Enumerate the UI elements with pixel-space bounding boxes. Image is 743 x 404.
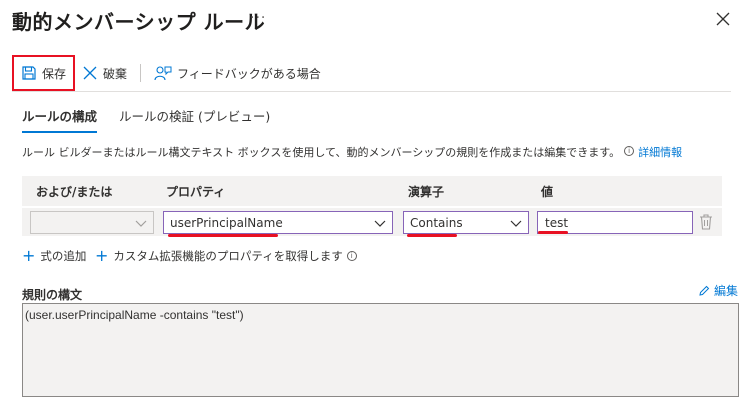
- save-label: 保存: [42, 66, 67, 81]
- toolbar-divider-line: [12, 91, 731, 92]
- chevron-down-icon: [510, 220, 522, 227]
- description: ルール ビルダーまたはルール構文テキスト ボックスを使用して、動的メンバーシップ…: [22, 144, 682, 160]
- trash-icon[interactable]: [699, 214, 713, 230]
- page-title: 動的メンバーシップ ルール: [12, 10, 266, 34]
- chevron-down-icon: [135, 220, 147, 227]
- edit-button[interactable]: 編集: [698, 282, 738, 299]
- toolbar: 保存 破棄 フィードバックがある場合: [12, 55, 326, 91]
- discard-button[interactable]: 破棄: [77, 59, 132, 87]
- more-options-button[interactable]: ···: [250, 10, 266, 26]
- save-icon: [22, 66, 36, 80]
- operator-select[interactable]: Contains: [403, 211, 529, 234]
- get-custom-properties-label: カスタム拡張機能のプロパティを取得します: [113, 249, 343, 263]
- property-highlight-underline: [168, 234, 278, 237]
- column-header-value: 値: [541, 185, 554, 199]
- add-expression-label: 式の追加: [40, 249, 87, 263]
- property-select[interactable]: userPrincipalName: [163, 211, 393, 234]
- column-header-operator: 演算子: [408, 185, 445, 199]
- tab-rule-configuration[interactable]: ルールの構成: [22, 106, 98, 133]
- add-expression-button[interactable]: + 式の追加: [22, 248, 86, 264]
- tab-bar: ルールの構成 ルールの検証 (プレビュー): [22, 106, 292, 133]
- close-icon: [716, 12, 730, 26]
- info-icon[interactable]: i: [624, 146, 635, 156]
- edit-label: 編集: [714, 284, 739, 298]
- pencil-icon: [699, 285, 710, 296]
- close-x-icon: [83, 66, 97, 80]
- plus-icon: +: [22, 246, 36, 265]
- description-text: ルール ビルダーまたはルール構文テキスト ボックスを使用して、動的メンバーシップ…: [22, 146, 621, 159]
- property-value: userPrincipalName: [170, 215, 283, 230]
- get-custom-properties-button[interactable]: + カスタム拡張機能のプロパティを取得します i: [95, 248, 361, 264]
- plus-icon: +: [95, 246, 109, 265]
- operator-highlight-underline: [407, 234, 457, 237]
- and-or-select[interactable]: [30, 211, 154, 234]
- learn-more-link[interactable]: 詳細情報: [638, 146, 682, 159]
- rule-syntax-textbox[interactable]: (user.userPrincipalName -contains "test"…: [22, 303, 739, 397]
- column-header-and-or: および/または: [36, 185, 113, 199]
- toolbar-divider: [140, 64, 142, 82]
- feedback-person-icon: [154, 66, 172, 81]
- discard-label: 破棄: [103, 66, 128, 81]
- feedback-label: フィードバックがある場合: [177, 66, 321, 81]
- save-button[interactable]: 保存: [12, 55, 76, 91]
- chevron-down-icon: [374, 220, 386, 227]
- column-header-property: プロパティ: [166, 185, 226, 199]
- tab-rule-validation[interactable]: ルールの検証 (プレビュー): [119, 106, 270, 131]
- info-icon[interactable]: i: [346, 251, 357, 261]
- operator-value: Contains: [410, 215, 463, 230]
- rule-grid-header: [22, 176, 722, 206]
- feedback-button[interactable]: フィードバックがある場合: [149, 59, 326, 87]
- close-button[interactable]: [712, 8, 734, 30]
- rule-syntax-label: 規則の構文: [22, 288, 83, 302]
- value-highlight-underline: [538, 231, 568, 234]
